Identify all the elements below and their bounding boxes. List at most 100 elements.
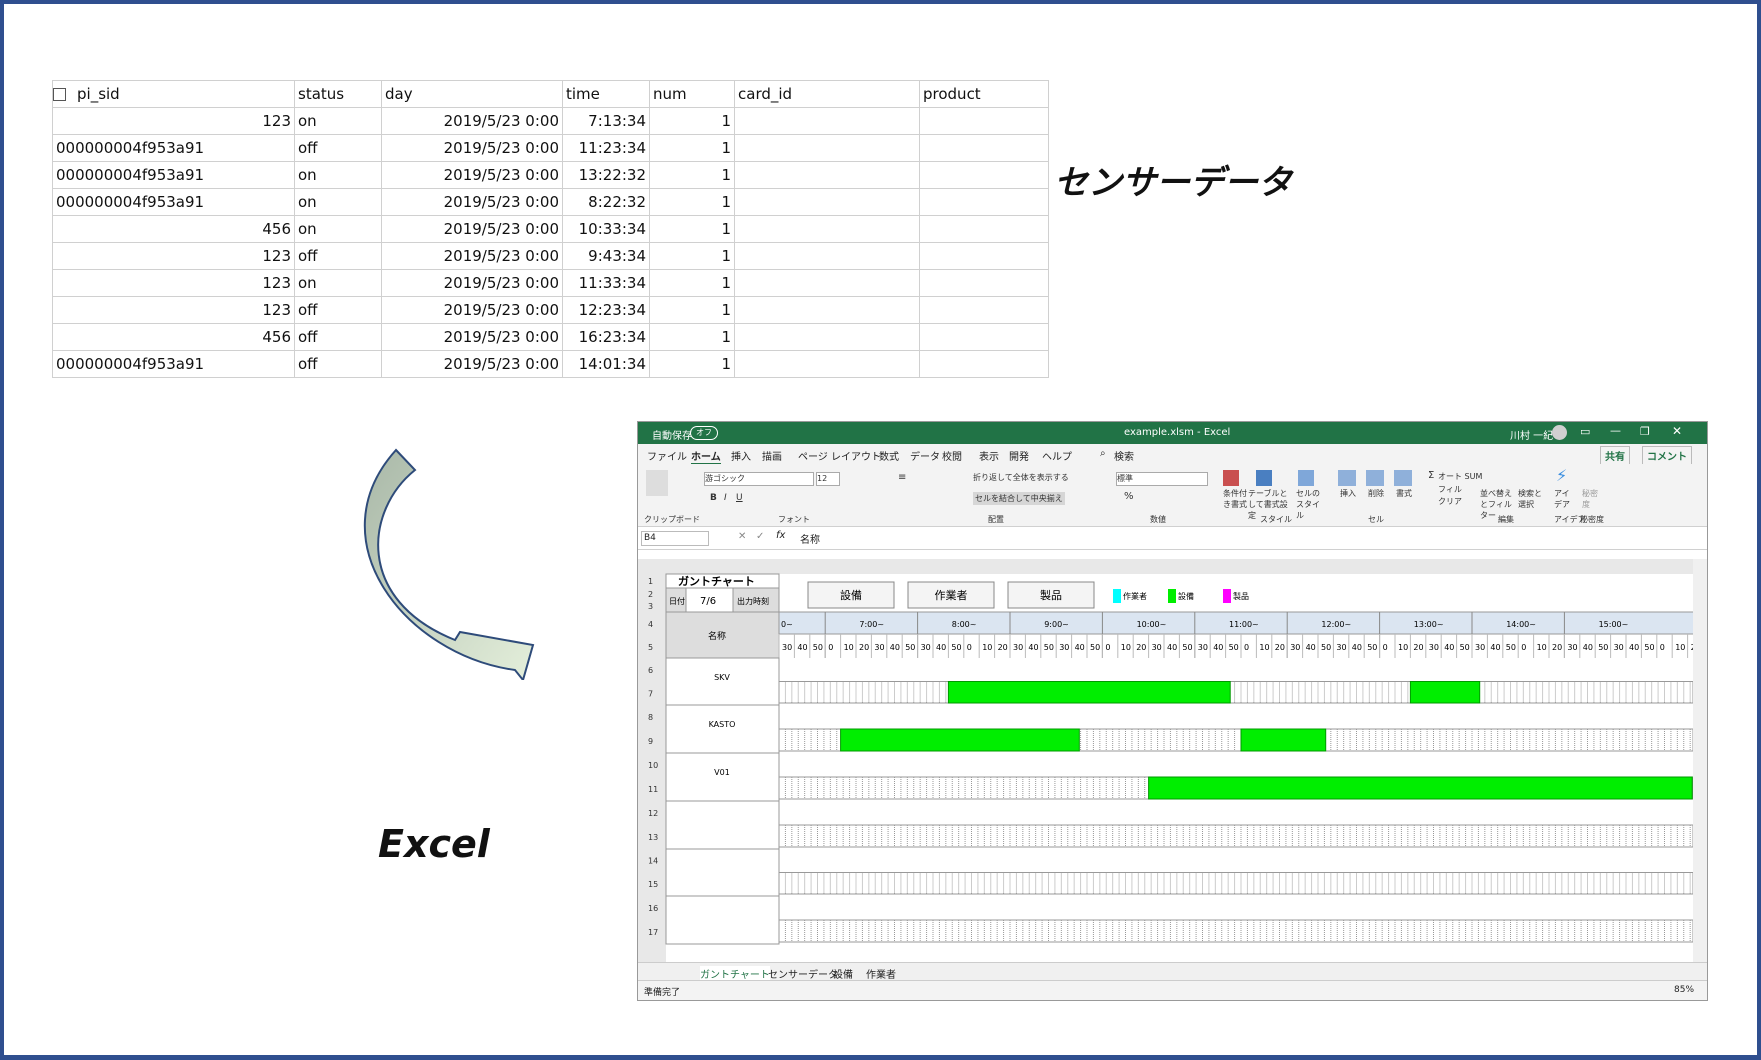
table-cell: 2019/5/23 0:00 bbox=[381, 215, 563, 243]
share-button[interactable]: 共有 bbox=[1600, 446, 1630, 465]
minimize-icon[interactable]: — bbox=[1610, 424, 1621, 437]
ribbon-tab-7[interactable]: 校閲 bbox=[942, 448, 962, 463]
row-number: 3 bbox=[648, 602, 653, 611]
search-icon[interactable]: ⌕ bbox=[1100, 448, 1106, 459]
legend-label: 作業者 bbox=[1123, 591, 1147, 601]
ribbon-group-cells: セル bbox=[1368, 515, 1384, 524]
minute-label: 0 bbox=[828, 643, 833, 652]
table-cell: 123 bbox=[52, 107, 295, 135]
table-cell: 1 bbox=[649, 350, 735, 378]
italic-button[interactable]: I bbox=[724, 493, 727, 503]
ribbon-tab-2[interactable]: 挿入 bbox=[731, 448, 751, 463]
table-cell: 8:22:32 bbox=[562, 188, 650, 216]
ideas-icon[interactable]: ⚡ bbox=[1556, 466, 1567, 485]
clear-button[interactable]: クリア bbox=[1438, 496, 1462, 507]
cancel-icon[interactable]: ✕ bbox=[738, 531, 746, 542]
minute-label: 40 bbox=[1352, 643, 1362, 652]
zoom-level[interactable]: 85% bbox=[1674, 985, 1694, 995]
table-cell: 11:23:34 bbox=[562, 134, 650, 162]
ribbon-tab-10[interactable]: ヘルプ bbox=[1042, 448, 1072, 463]
ribbon-tab-9[interactable]: 開発 bbox=[1009, 448, 1029, 463]
column-header-num[interactable]: num bbox=[649, 80, 735, 108]
row-number: 2 bbox=[648, 590, 653, 599]
ribbon-tab-0[interactable]: ファイル bbox=[647, 448, 687, 463]
minute-label: 40 bbox=[1167, 643, 1177, 652]
font-name-select[interactable]: 游ゴシック bbox=[704, 472, 814, 486]
minute-label: 50 bbox=[1229, 643, 1239, 652]
autosave-toggle[interactable]: オフ bbox=[690, 426, 718, 440]
find-select-button[interactable]: 検索と選択 bbox=[1518, 488, 1544, 510]
conditional-format-icon[interactable] bbox=[1223, 470, 1239, 486]
worksheet-grid[interactable]: 1 2 3 4 5 6 7 8 9 10 11 12 13 14 15 16 17 ガントチャート 日付 7/6 出力時… bbox=[638, 559, 1707, 972]
number-format-select[interactable]: 標準 bbox=[1116, 472, 1208, 486]
restore-icon[interactable]: ❐ bbox=[1640, 425, 1650, 438]
sheet-tab-3[interactable]: 作業者 bbox=[866, 966, 896, 981]
autosum-button[interactable]: オート SUM bbox=[1438, 471, 1482, 482]
function-icon[interactable]: fx bbox=[776, 530, 785, 541]
merge-center-button[interactable]: セルを結合して中央揃え bbox=[973, 492, 1065, 505]
column-header-pi_sid[interactable]: pi_sid bbox=[52, 80, 295, 108]
resource-cell bbox=[665, 895, 780, 945]
percent-button[interactable]: % bbox=[1124, 491, 1134, 502]
hour-label: 10:00~ bbox=[1137, 620, 1167, 629]
date-value: 7/6 bbox=[700, 596, 716, 607]
column-header-product[interactable]: product bbox=[919, 80, 1049, 108]
table-cell: 1 bbox=[649, 107, 735, 135]
minute-label: 50 bbox=[813, 643, 823, 652]
comment-button[interactable]: コメント bbox=[1642, 446, 1692, 465]
format-as-table-icon[interactable] bbox=[1256, 470, 1272, 486]
autosum-icon[interactable]: Σ bbox=[1428, 470, 1434, 481]
wrap-text-button[interactable]: 折り返して全体を表示する bbox=[973, 472, 1069, 483]
ribbon-tab-8[interactable]: 表示 bbox=[979, 448, 999, 463]
table-row: 456 on 2019/5/23 0:00 10:33:34 1 bbox=[52, 215, 1049, 243]
column-header-day[interactable]: day bbox=[381, 80, 563, 108]
table-cell: 7:13:34 bbox=[562, 107, 650, 135]
formula-input[interactable]: 名称 bbox=[800, 531, 820, 546]
column-header-strip bbox=[638, 559, 1707, 574]
minute-label: 50 bbox=[1090, 643, 1100, 652]
paste-icon[interactable] bbox=[646, 470, 668, 496]
delete-cells-button[interactable]: 削除 bbox=[1368, 488, 1384, 499]
sheet-tab-1[interactable]: センサーデータ bbox=[768, 966, 838, 981]
table-cell: 000000004f953a91 bbox=[52, 134, 295, 162]
sheet-tab-2[interactable]: 設備 bbox=[833, 966, 853, 981]
ideas-button[interactable]: アイデア bbox=[1554, 488, 1570, 510]
ribbon-tab-4[interactable]: ページ レイアウト bbox=[798, 448, 881, 463]
minute-label: 10 bbox=[844, 643, 854, 652]
ribbon-tab-5[interactable]: 数式 bbox=[879, 448, 899, 463]
column-header-status[interactable]: status bbox=[294, 80, 382, 108]
insert-cells-button[interactable]: 挿入 bbox=[1340, 488, 1356, 499]
cell-styles-icon[interactable] bbox=[1298, 470, 1314, 486]
insert-cells-icon[interactable] bbox=[1338, 470, 1356, 486]
close-icon[interactable]: ✕ bbox=[1672, 424, 1682, 438]
resource-name: V01 bbox=[714, 768, 730, 777]
enter-icon[interactable]: ✓ bbox=[756, 531, 764, 542]
search-box[interactable]: 検索 bbox=[1114, 448, 1134, 463]
font-size-select[interactable]: 12 bbox=[816, 472, 840, 486]
row-number: 13 bbox=[648, 833, 658, 842]
avatar[interactable] bbox=[1552, 425, 1567, 440]
name-box[interactable]: B4 bbox=[641, 531, 709, 546]
sensitivity-button[interactable]: 秘密度 bbox=[1582, 488, 1598, 510]
ribbon-display-icon[interactable]: ▭ bbox=[1580, 425, 1590, 438]
format-cells-icon[interactable] bbox=[1394, 470, 1412, 486]
cell-styles-button[interactable]: セルのスタイル bbox=[1296, 488, 1326, 521]
underline-button[interactable]: U bbox=[736, 493, 743, 503]
legend-label: 設備 bbox=[1178, 591, 1194, 601]
hour-label: 7:00~ bbox=[859, 620, 884, 629]
ribbon-tab-3[interactable]: 描画 bbox=[762, 448, 782, 463]
ribbon-tab-1[interactable]: ホーム bbox=[691, 448, 721, 465]
column-header-time[interactable]: time bbox=[562, 80, 650, 108]
minute-label: 40 bbox=[1583, 643, 1593, 652]
format-cells-button[interactable]: 書式 bbox=[1396, 488, 1412, 499]
align-top-icon[interactable]: ≡ bbox=[898, 472, 906, 483]
delete-cells-icon[interactable] bbox=[1366, 470, 1384, 486]
minute-label: 40 bbox=[1213, 643, 1223, 652]
minute-label: 40 bbox=[797, 643, 807, 652]
ribbon-tab-6[interactable]: データ bbox=[910, 448, 940, 463]
column-header-card_id[interactable]: card_id bbox=[734, 80, 920, 108]
bold-button[interactable]: B bbox=[710, 493, 717, 503]
table-cell: 16:23:34 bbox=[562, 323, 650, 351]
filter-button-label: 作業者 bbox=[935, 589, 968, 602]
fill-button[interactable]: フィル bbox=[1438, 484, 1462, 495]
